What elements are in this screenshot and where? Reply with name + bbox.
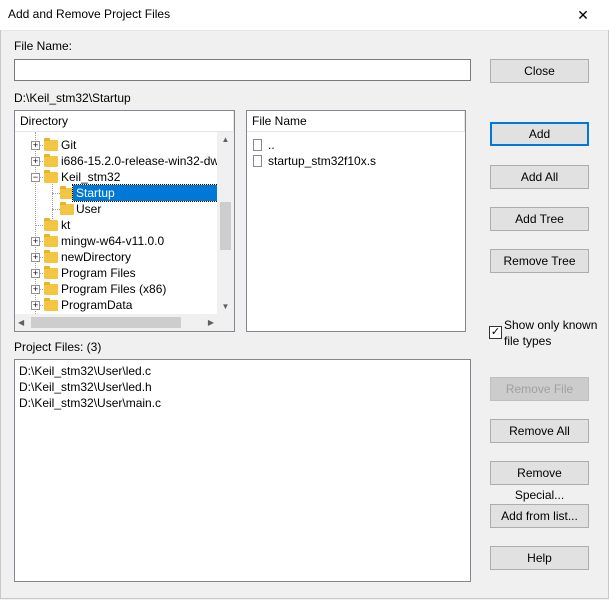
expand-icon[interactable]: + bbox=[31, 269, 40, 278]
folder-icon bbox=[44, 266, 58, 279]
expand-icon[interactable]: + bbox=[31, 237, 40, 246]
close-window-icon[interactable]: ✕ bbox=[561, 0, 605, 30]
checkbox-check-icon[interactable]: ✓ bbox=[489, 326, 502, 339]
folder-icon bbox=[44, 250, 58, 263]
add-all-button[interactable]: Add All bbox=[490, 165, 589, 189]
tree-item-label-selected: Startup bbox=[72, 184, 219, 202]
tree-item-startup[interactable]: Startup bbox=[15, 184, 219, 202]
scroll-right-icon[interactable]: ▶ bbox=[208, 318, 214, 327]
file-name-label: File Name: bbox=[14, 39, 73, 53]
folder-icon bbox=[44, 154, 58, 167]
collapse-icon[interactable]: − bbox=[31, 173, 40, 182]
folder-icon bbox=[44, 282, 58, 295]
remove-tree-button[interactable]: Remove Tree bbox=[490, 249, 589, 273]
tree-item-i686[interactable]: + i686-15.2.0-release-win32-dwa bbox=[15, 153, 218, 169]
directory-vertical-scrollbar[interactable]: ▲ ▼ bbox=[217, 132, 234, 314]
dialog-body: File Name: D:\Keil_stm32\Startup Directo… bbox=[0, 30, 609, 599]
tree-item-kt[interactable]: kt bbox=[15, 217, 218, 233]
close-button[interactable]: Close bbox=[490, 59, 589, 83]
file-list-item[interactable]: startup_stm32f10x.s bbox=[251, 153, 461, 169]
tree-item-git[interactable]: + Git bbox=[15, 137, 218, 153]
scrollbar-corner bbox=[217, 314, 234, 331]
tree-item-keil-stm32[interactable]: − Keil_stm32 bbox=[15, 169, 218, 185]
scrollbar-thumb[interactable] bbox=[31, 317, 181, 328]
expand-icon[interactable]: + bbox=[31, 285, 40, 294]
folder-icon bbox=[44, 138, 58, 151]
tree-item-label: newDirectory bbox=[61, 250, 132, 264]
window-title: Add and Remove Project Files bbox=[8, 7, 171, 21]
remove-file-button[interactable]: Remove File bbox=[490, 377, 589, 401]
tree-item-label: Program Files bbox=[61, 266, 136, 280]
expand-icon[interactable]: + bbox=[31, 253, 40, 262]
file-name-input[interactable] bbox=[14, 59, 471, 81]
document-icon bbox=[253, 155, 262, 167]
file-list[interactable]: File Name .. startup_stm32f10x.s bbox=[246, 110, 466, 332]
directory-column-header[interactable]: Directory bbox=[15, 111, 234, 132]
scroll-down-icon[interactable]: ▼ bbox=[217, 302, 234, 311]
tree-item-program-files[interactable]: + Program Files bbox=[15, 265, 218, 281]
project-file-item[interactable]: D:\Keil_stm32\User\main.c bbox=[19, 395, 161, 411]
tree-item-label: ProgramData bbox=[61, 298, 133, 312]
expand-icon[interactable]: + bbox=[31, 141, 40, 150]
tree-item-label: mingw-w64-v11.0.0 bbox=[61, 234, 165, 248]
add-from-list-button[interactable]: Add from list... bbox=[490, 504, 589, 528]
scrollbar-thumb[interactable] bbox=[220, 202, 231, 250]
file-item-label: startup_stm32f10x.s bbox=[268, 154, 377, 168]
title-bar: Add and Remove Project Files ✕ bbox=[0, 0, 609, 31]
remove-all-button[interactable]: Remove All bbox=[490, 419, 589, 443]
tree-item-label: Git bbox=[61, 138, 77, 152]
tree-item-user[interactable]: User bbox=[15, 201, 218, 217]
directory-horizontal-scrollbar[interactable]: ◀ ▶ bbox=[15, 314, 217, 331]
tree-item-label: User bbox=[76, 202, 102, 216]
project-files-label: Project Files: (3) bbox=[14, 340, 102, 354]
project-file-item[interactable]: D:\Keil_stm32\User\led.h bbox=[19, 379, 152, 395]
remove-special-button[interactable]: Remove Special... bbox=[490, 461, 589, 502]
folder-icon bbox=[60, 202, 74, 215]
folder-open-icon bbox=[44, 170, 58, 183]
document-icon bbox=[253, 139, 262, 151]
directory-tree[interactable]: Directory + Git + i686-15.2.0-release-wi… bbox=[14, 110, 235, 332]
directory-header-label: Directory bbox=[20, 114, 69, 128]
show-known-label-line2: file types bbox=[504, 334, 552, 348]
project-files-list[interactable]: D:\Keil_stm32\User\led.c D:\Keil_stm32\U… bbox=[14, 359, 471, 582]
file-name-header-label: File Name bbox=[252, 114, 307, 128]
file-item-label: .. bbox=[268, 138, 275, 152]
current-path-label: D:\Keil_stm32\Startup bbox=[14, 91, 131, 105]
tree-item-mingw[interactable]: + mingw-w64-v11.0.0 bbox=[15, 233, 218, 249]
project-file-item[interactable]: D:\Keil_stm32\User\led.c bbox=[19, 363, 151, 379]
file-name-column-header[interactable]: File Name bbox=[247, 111, 465, 132]
folder-icon bbox=[44, 218, 58, 231]
tree-item-program-files-x86[interactable]: + Program Files (x86) bbox=[15, 281, 218, 297]
tree-item-newdirectory[interactable]: + newDirectory bbox=[15, 249, 218, 265]
scroll-up-icon[interactable]: ▲ bbox=[217, 135, 234, 144]
add-button[interactable]: Add bbox=[490, 122, 589, 146]
tree-item-label: i686-15.2.0-release-win32-dwa bbox=[61, 154, 218, 168]
help-button[interactable]: Help bbox=[490, 546, 589, 570]
tree-item-label: Keil_stm32 bbox=[61, 170, 121, 184]
folder-icon bbox=[60, 186, 74, 199]
scroll-left-icon[interactable]: ◀ bbox=[18, 318, 24, 327]
show-known-label-line1: Show only known bbox=[504, 318, 598, 332]
folder-icon bbox=[44, 234, 58, 247]
expand-icon[interactable]: + bbox=[31, 301, 40, 310]
show-known-types-checkbox[interactable]: ✓ Show only known file types bbox=[489, 317, 604, 351]
expand-icon[interactable]: + bbox=[31, 157, 40, 166]
add-tree-button[interactable]: Add Tree bbox=[490, 207, 589, 231]
folder-icon bbox=[44, 298, 58, 311]
tree-item-label: Program Files (x86) bbox=[61, 282, 167, 296]
tree-item-label: kt bbox=[61, 218, 71, 232]
tree-item-programdata[interactable]: + ProgramData bbox=[15, 297, 218, 313]
